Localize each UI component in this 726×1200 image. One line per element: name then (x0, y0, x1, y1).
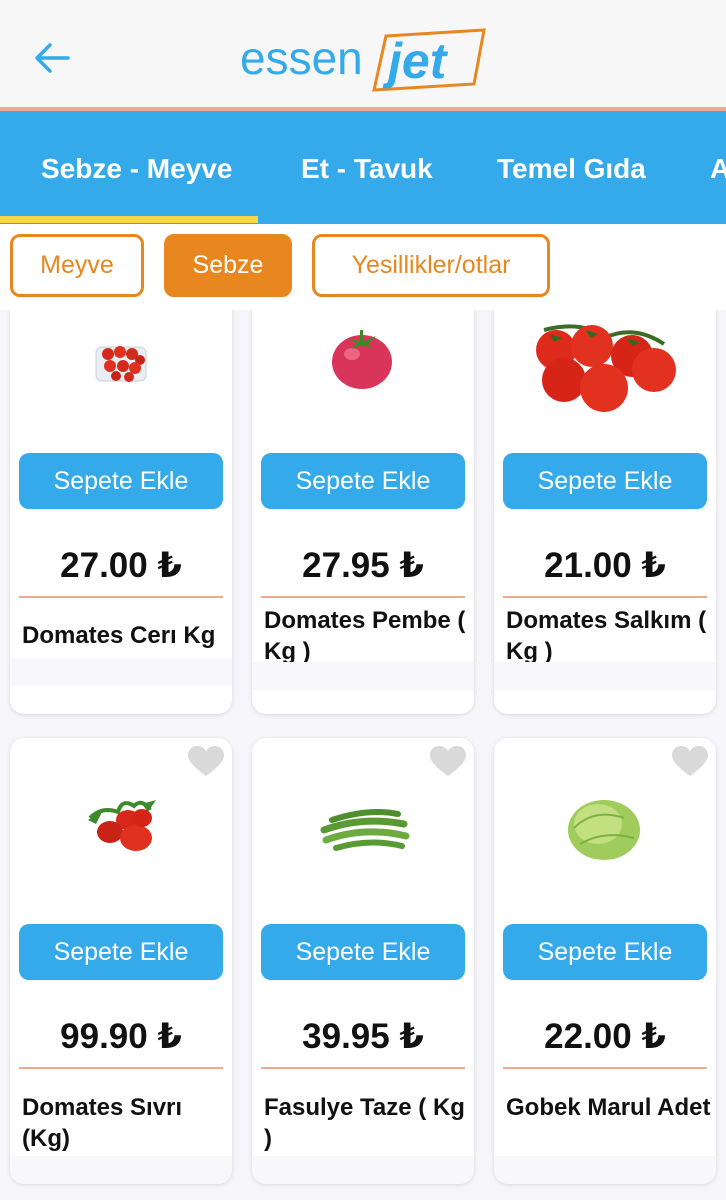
product-name: Fasulye Taze ( Kg ) (264, 1094, 465, 1152)
tab-temel-gida[interactable]: Temel Gıda (497, 153, 646, 185)
card-footer (494, 1156, 716, 1184)
card-footer (10, 1156, 232, 1184)
logo-text-jet: jet (382, 33, 449, 89)
product-card[interactable]: Sepete Ekle 27.95 ₺ Domates Pembe ( Kg ) (252, 310, 474, 714)
price-divider (503, 596, 707, 598)
subcategory-chips: Meyve Sebze Yesillikler/otlar (0, 224, 726, 310)
add-to-cart-button[interactable]: Sepete Ekle (261, 453, 465, 509)
tab-et-tavuk[interactable]: Et - Tavuk (301, 153, 433, 185)
product-grid: Sepete Ekle 27.00 ₺ Domates Cerı Kg Sepe… (0, 310, 726, 1200)
product-name: Gobek Marul Adet (506, 1094, 711, 1121)
price-divider (261, 1067, 465, 1069)
product-card[interactable]: Sepete Ekle 21.00 ₺ Domates Salkım ( Kg … (494, 310, 716, 714)
card-footer (494, 662, 716, 690)
product-card[interactable]: Sepete Ekle 39.95 ₺ Fasulye Taze ( Kg ) (252, 738, 474, 1184)
price-divider (503, 1067, 707, 1069)
product-name: Domates Salkım ( Kg ) (506, 607, 707, 665)
add-to-cart-button[interactable]: Sepete Ekle (503, 924, 707, 980)
product-card[interactable]: Sepete Ekle 22.00 ₺ Gobek Marul Adet (494, 738, 716, 1184)
price-divider (19, 596, 223, 598)
price-divider (19, 1067, 223, 1069)
chip-meyve[interactable]: Meyve (10, 234, 144, 297)
arrow-left-icon[interactable] (30, 38, 74, 78)
add-to-cart-button[interactable]: Sepete Ekle (503, 453, 707, 509)
add-to-cart-button[interactable]: Sepete Ekle (261, 924, 465, 980)
essenjet-logo: essen jet (238, 18, 488, 98)
logo-text-essen: essen (240, 32, 363, 84)
active-tab-indicator (0, 216, 258, 223)
card-footer (252, 1156, 474, 1184)
product-name: Domates Pembe ( Kg ) (264, 607, 466, 665)
pink-tomato-image (332, 330, 392, 389)
plum-tomatoes-image (88, 800, 156, 851)
product-price: 27.95 ₺ (302, 546, 424, 585)
vine-tomatoes-image (536, 324, 676, 412)
add-to-cart-button[interactable]: Sepete Ekle (19, 453, 223, 509)
card-footer (10, 658, 232, 686)
price-divider (261, 596, 465, 598)
product-name: Domates Sıvrı (Kg) (22, 1094, 183, 1152)
tab-sebze-meyve[interactable]: Sebze - Meyve (41, 153, 232, 185)
product-name: Domates Cerı Kg (22, 622, 216, 649)
product-price: 39.95 ₺ (302, 1017, 424, 1056)
cherry-tomato-pack-image (95, 346, 147, 382)
product-price: 27.00 ₺ (60, 546, 182, 585)
add-to-cart-button[interactable]: Sepete Ekle (19, 924, 223, 980)
category-tabs: Sebze - Meyve Et - Tavuk Temel Gıda A (0, 111, 726, 224)
app-header: essen jet (0, 0, 726, 108)
product-card[interactable]: Sepete Ekle 99.90 ₺ Domates Sıvrı (Kg) (10, 738, 232, 1184)
product-price: 99.90 ₺ (60, 1017, 182, 1056)
green-beans-image (320, 809, 410, 851)
card-footer (252, 662, 474, 690)
product-price: 22.00 ₺ (544, 1017, 666, 1056)
product-price: 21.00 ₺ (544, 546, 666, 585)
iceberg-lettuce-image (568, 800, 640, 860)
product-card[interactable]: Sepete Ekle 27.00 ₺ Domates Cerı Kg (10, 310, 232, 714)
chip-sebze[interactable]: Sebze (164, 234, 292, 297)
tab-partial[interactable]: A (710, 153, 726, 185)
chip-yesillikler[interactable]: Yesillikler/otlar (312, 234, 550, 297)
